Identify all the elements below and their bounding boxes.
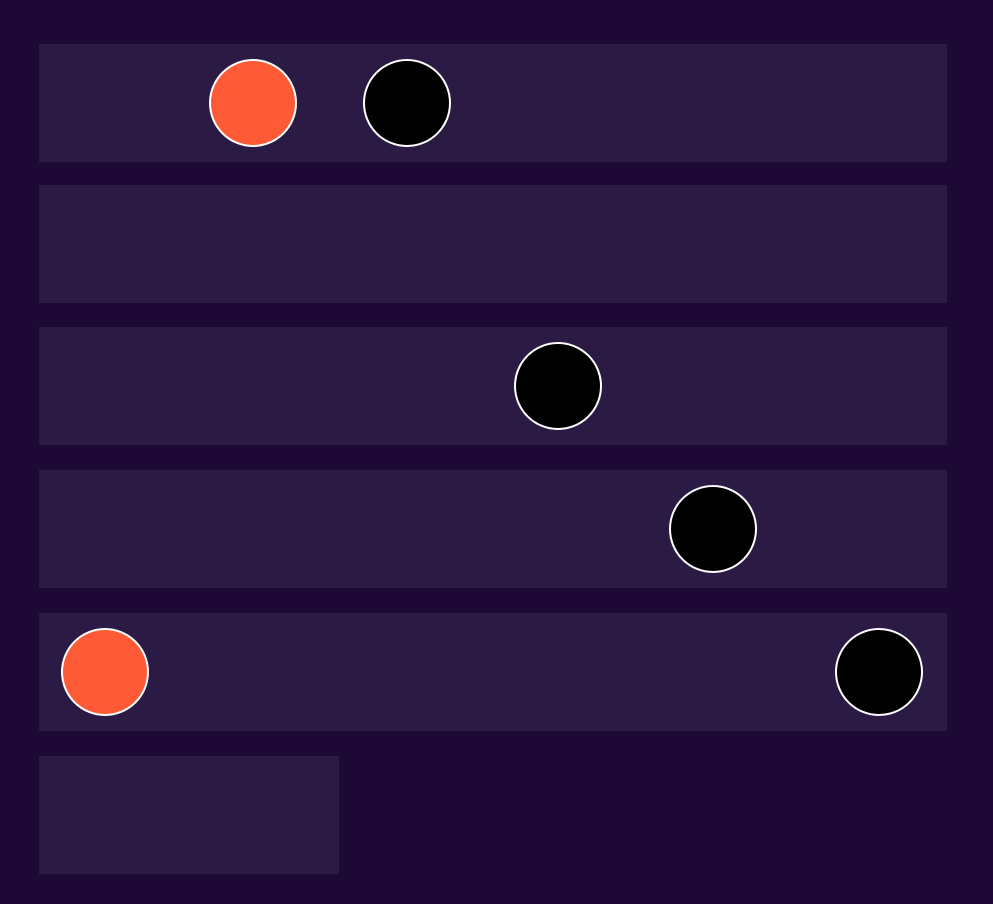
black-piece[interactable] bbox=[363, 59, 451, 147]
black-piece[interactable] bbox=[669, 485, 757, 573]
orange-piece[interactable] bbox=[209, 59, 297, 147]
lane-1[interactable] bbox=[39, 44, 947, 162]
black-piece[interactable] bbox=[514, 342, 602, 430]
lane-2[interactable] bbox=[39, 185, 947, 303]
lane-4[interactable] bbox=[39, 470, 947, 588]
lane-3[interactable] bbox=[39, 327, 947, 445]
orange-piece[interactable] bbox=[61, 628, 149, 716]
lane-5[interactable] bbox=[39, 613, 947, 731]
black-piece[interactable] bbox=[835, 628, 923, 716]
game-board bbox=[0, 0, 993, 904]
lane-6[interactable] bbox=[39, 756, 339, 874]
